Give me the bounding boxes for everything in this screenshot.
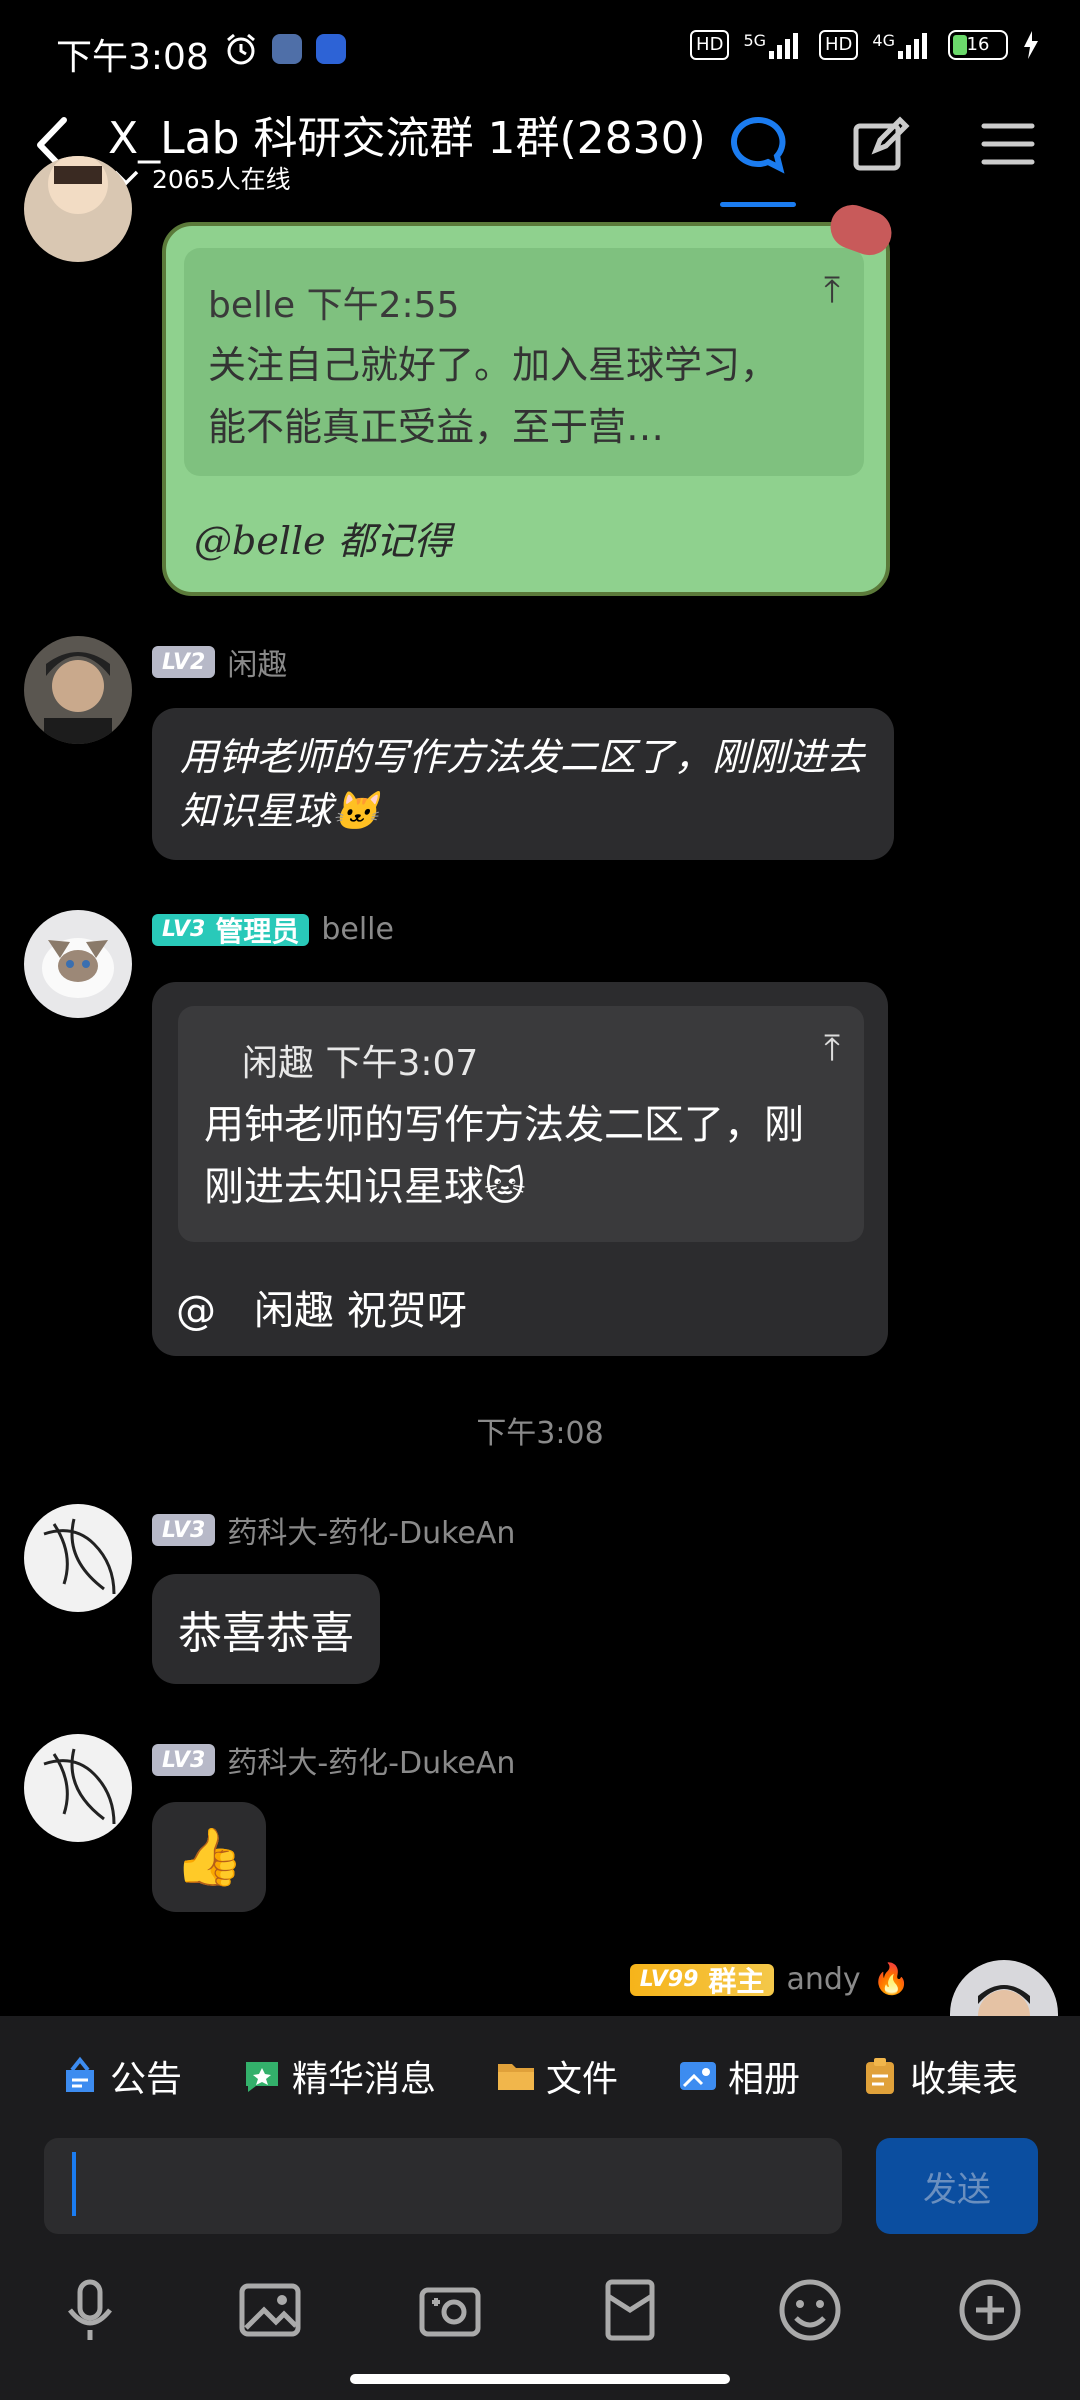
camera-icon[interactable]	[414, 2274, 486, 2346]
timestamp: 下午3:08	[476, 1416, 604, 1451]
status-time: 下午3:08	[56, 37, 209, 78]
status-right-icons: HD 5G HD 4G 16	[690, 30, 1040, 60]
avatar[interactable]	[24, 1504, 132, 1612]
edit-icon[interactable]	[848, 112, 912, 176]
hd-icon: HD	[690, 30, 730, 60]
alarm-icon	[227, 33, 255, 65]
message-bubble[interactable]: 用钟老师的写作方法发二区了，刚刚进去知识星球🐱	[152, 708, 894, 860]
shortcut-files[interactable]: 文件	[496, 2050, 618, 2102]
send-button[interactable]: 发送	[876, 2138, 1038, 2234]
quote-author-time: belle 下午2:55	[208, 285, 460, 326]
hd-icon: HD	[819, 30, 859, 60]
sender-row: LV3 药科大-药化-DukeAn	[152, 1738, 515, 1782]
signal-5g-icon: 5G	[743, 31, 805, 59]
group-shortcuts-bar: 公告 精华消息 文件 相册 收集表	[0, 2016, 1080, 2136]
message-bubble-quoted[interactable]: belle 下午2:55 ⤒ 关注自己就好了。加入星球学习，能不能真正受益，至于…	[162, 222, 890, 596]
online-count[interactable]: 2065人在线	[112, 160, 291, 196]
image-icon[interactable]	[234, 2274, 306, 2346]
fire-icon: 🔥	[872, 1962, 910, 1997]
level-badge: LV3 管理员	[152, 913, 310, 948]
sender-name[interactable]: andy	[786, 1962, 860, 1997]
chat-bubble-icon[interactable]	[726, 112, 790, 176]
shortcut-announcement[interactable]: 公告	[60, 2050, 182, 2102]
plus-icon[interactable]	[954, 2274, 1026, 2346]
sender-row: LV3 药科大-药化-DukeAn	[152, 1508, 515, 1552]
shortcut-essence[interactable]: 精华消息	[242, 2050, 436, 2102]
avatar[interactable]	[24, 156, 132, 262]
text-cursor	[72, 2152, 76, 2216]
announcement-icon	[66, 2056, 94, 2092]
sender-row: LV99 群主 andy 🔥	[629, 1962, 910, 1998]
menu-icon[interactable]	[976, 112, 1040, 176]
avatar[interactable]	[24, 910, 132, 1018]
message-text: @belle 都记得	[194, 519, 452, 563]
message-text: @ 闲趣 祝贺呀	[176, 1288, 467, 1334]
message-bubble-quoted[interactable]: 闲趣 下午3:07 ⤒ 用钟老师的写作方法发二区了，刚刚进去知识星球🐱 @ 闲趣…	[152, 982, 888, 1356]
clipboard-icon	[866, 2058, 895, 2094]
jump-to-quote-icon[interactable]: ⤒	[824, 270, 840, 312]
signal-4g-icon: 4G	[872, 31, 934, 59]
app-notification-icon	[272, 34, 302, 64]
home-indicator[interactable]	[350, 2374, 730, 2384]
sender-name[interactable]: belle	[321, 912, 394, 947]
avatar[interactable]	[950, 1960, 1058, 2016]
folder-icon	[498, 2064, 535, 2090]
app-notification-icon	[316, 34, 346, 64]
shortcut-album[interactable]: 相册	[678, 2050, 800, 2102]
shortcut-form[interactable]: 收集表	[860, 2050, 1018, 2102]
message-bubble[interactable]: 恭喜恭喜	[152, 1574, 380, 1684]
level-badge: LV3	[152, 1744, 216, 1776]
sender-name[interactable]: 药科大-药化-DukeAn	[227, 1508, 515, 1552]
quoted-message[interactable]: 闲趣 下午3:07 ⤒ 用钟老师的写作方法发二区了，刚刚进去知识星球🐱	[178, 1006, 864, 1242]
avatar[interactable]	[24, 636, 132, 744]
active-tab-indicator	[720, 202, 796, 207]
sender-row: LV3 管理员 belle	[152, 912, 394, 948]
quote-author-time: 闲趣 下午3:07	[242, 1043, 479, 1084]
message-bubble[interactable]: 👍	[152, 1802, 266, 1912]
charging-icon	[1024, 31, 1038, 59]
jump-to-quote-icon[interactable]: ⤒	[824, 1028, 840, 1070]
sender-name[interactable]: 闲趣	[227, 640, 287, 684]
level-badge: LV99 群主	[629, 1963, 775, 1998]
sender-row: LV2 闲趣	[152, 640, 287, 684]
message-input[interactable]	[44, 2138, 842, 2234]
red-packet-icon[interactable]	[594, 2274, 666, 2346]
microphone-icon[interactable]	[54, 2274, 126, 2346]
album-icon	[680, 2062, 717, 2090]
level-badge: LV3	[152, 1514, 216, 1546]
essence-icon	[246, 2062, 279, 2092]
quoted-message[interactable]: belle 下午2:55 ⤒ 关注自己就好了。加入星球学习，能不能真正受益，至于…	[184, 248, 864, 476]
quote-text: 用钟老师的写作方法发二区了，刚刚进去知识星球🐱	[204, 1102, 804, 1210]
status-left-icons	[224, 32, 346, 66]
level-badge: LV2	[152, 646, 216, 678]
emoji-icon[interactable]	[774, 2274, 846, 2346]
avatar[interactable]	[24, 1734, 132, 1842]
battery-icon: 16	[948, 30, 1008, 60]
sender-name[interactable]: 药科大-药化-DukeAn	[227, 1738, 515, 1782]
group-title[interactable]: X_Lab 科研交流群 1群(2830)	[108, 102, 706, 166]
quote-text: 关注自己就好了。加入星球学习，能不能真正受益，至于营…	[208, 343, 779, 449]
